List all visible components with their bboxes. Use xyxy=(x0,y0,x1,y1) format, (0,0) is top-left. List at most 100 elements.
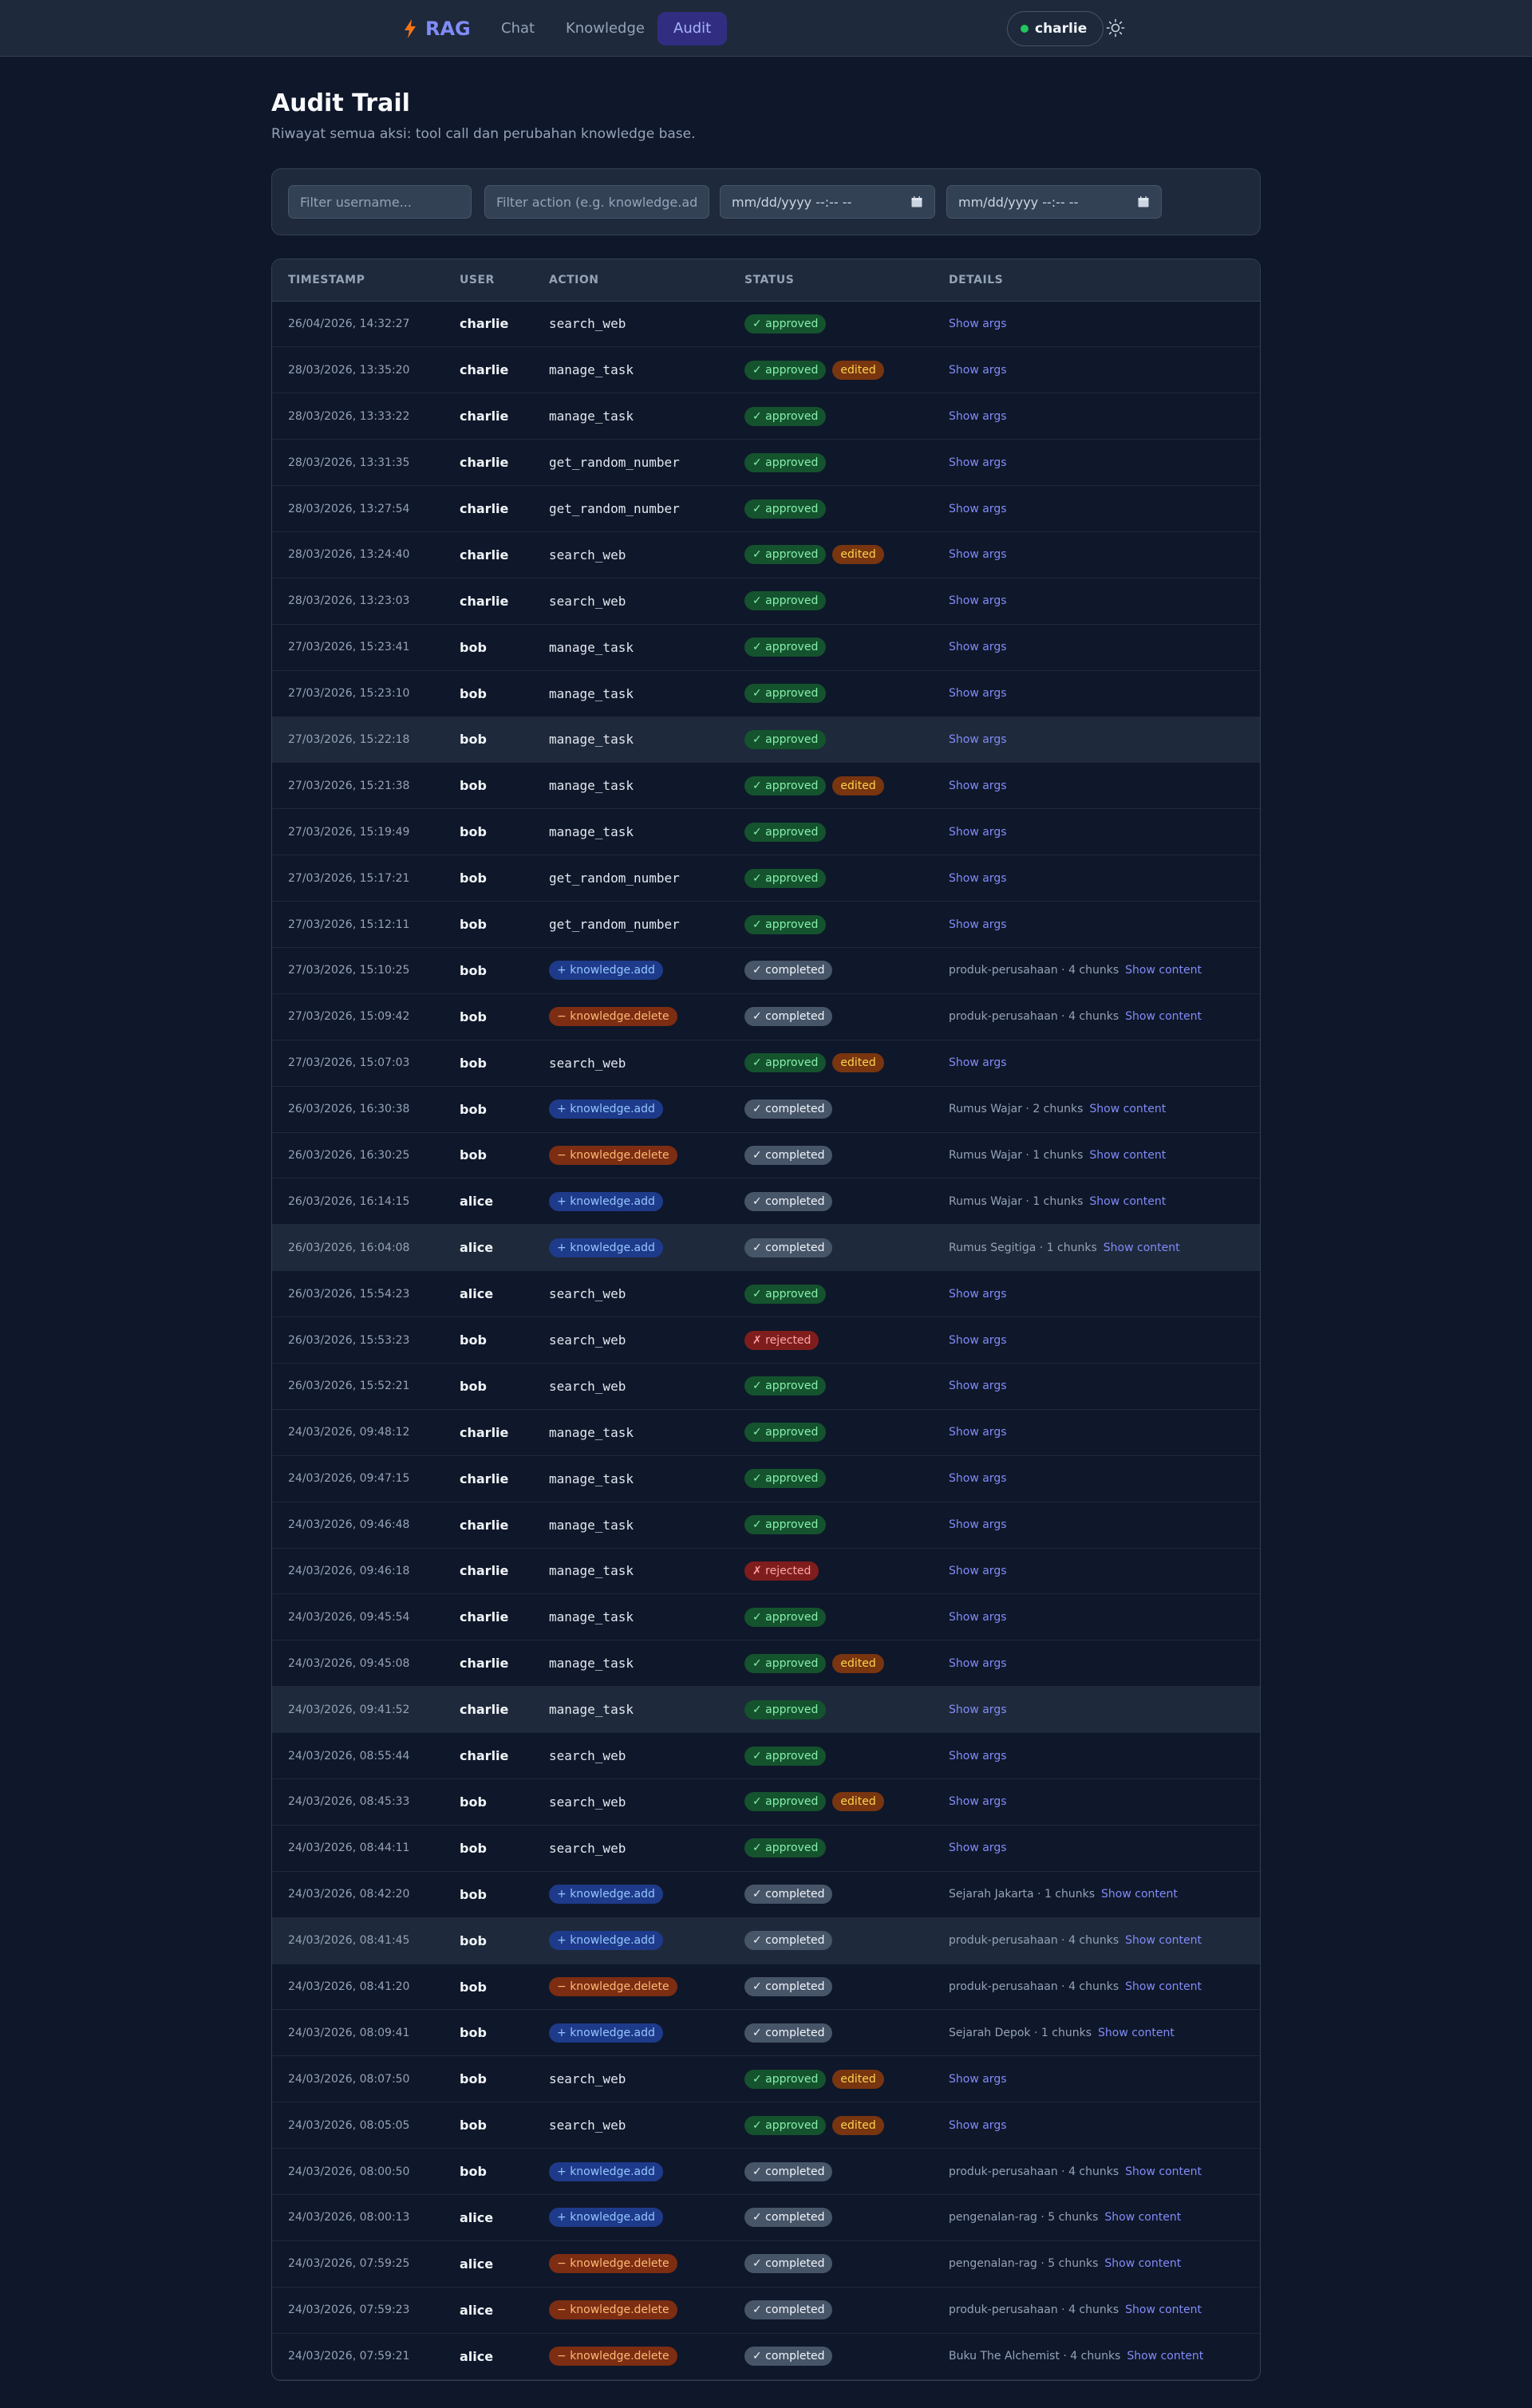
show-args-link[interactable]: Show args xyxy=(949,594,1007,607)
nav-link-chat[interactable]: Chat xyxy=(485,12,551,45)
show-args-link[interactable]: Show args xyxy=(949,1334,1007,1347)
cell-user: charlie xyxy=(444,1686,533,1734)
brand[interactable]: RAG xyxy=(403,16,471,41)
status-badge-approved: ✓ approved xyxy=(744,1053,827,1073)
show-content-link[interactable]: Show content xyxy=(1125,2165,1202,2178)
status-badge-approved: ✓ approved xyxy=(744,1699,827,1719)
nav-link-knowledge[interactable]: Knowledge xyxy=(550,12,661,45)
calendar-icon[interactable] xyxy=(1137,195,1150,208)
show-content-link[interactable]: Show content xyxy=(1104,1242,1180,1254)
knowledge-delete-badge: − knowledge.delete xyxy=(549,1145,677,1165)
table-row: 27/03/2026, 15:12:11 bob get_random_number… xyxy=(272,901,1260,948)
show-args-link[interactable]: Show args xyxy=(949,918,1007,931)
username: charlie xyxy=(460,1609,509,1625)
show-content-link[interactable]: Show content xyxy=(1089,1149,1166,1162)
show-args-link[interactable]: Show args xyxy=(949,1750,1007,1763)
show-args-link[interactable]: Show args xyxy=(949,1565,1007,1577)
show-args-link[interactable]: Show args xyxy=(949,2073,1007,2086)
cell-timestamp: 27/03/2026, 15:07:03 xyxy=(272,1040,444,1087)
show-content-link[interactable]: Show content xyxy=(1127,2350,1203,2363)
cell-details: Rumus Wajar · 1 chunks Show content xyxy=(933,1132,1260,1179)
username: bob xyxy=(460,1147,487,1163)
show-content-link[interactable]: Show content xyxy=(1104,2211,1181,2224)
show-args-link[interactable]: Show args xyxy=(949,733,1007,746)
timestamp: 28/03/2026, 13:33:22 xyxy=(288,409,410,423)
username-filter-input[interactable] xyxy=(288,185,472,219)
cell-action: + knowledge.add xyxy=(533,1086,728,1133)
show-args-link[interactable]: Show args xyxy=(949,318,1007,330)
table-row: 24/03/2026, 09:47:15 charlie manage_task ✓ … xyxy=(272,1455,1260,1502)
show-content-link[interactable]: Show content xyxy=(1125,1980,1202,1993)
cell-user: charlie xyxy=(444,301,533,348)
cell-user: bob xyxy=(444,2148,533,2196)
show-args-link[interactable]: Show args xyxy=(949,872,1007,885)
col-header-status[interactable]: STATUS xyxy=(728,259,933,302)
timestamp: 27/03/2026, 15:17:21 xyxy=(288,871,410,885)
date-to-input[interactable]: mm/dd/yyyy --:-- -- xyxy=(946,185,1162,219)
action-name: search_web xyxy=(549,316,626,332)
show-args-link[interactable]: Show args xyxy=(949,1288,1007,1301)
show-args-link[interactable]: Show args xyxy=(949,364,1007,377)
col-header-action[interactable]: ACTION xyxy=(533,259,728,302)
show-content-link[interactable]: Show content xyxy=(1104,2257,1181,2270)
col-header-user[interactable]: USER xyxy=(444,259,533,302)
plus-icon: + xyxy=(557,1934,571,1948)
nav-link-audit[interactable]: Audit xyxy=(657,12,728,45)
show-args-link[interactable]: Show args xyxy=(949,1842,1007,1854)
show-args-link[interactable]: Show args xyxy=(949,1518,1007,1531)
cell-details: Show args xyxy=(933,578,1260,625)
action-filter-input[interactable] xyxy=(484,185,709,219)
show-args-link[interactable]: Show args xyxy=(949,1426,1007,1439)
show-content-link[interactable]: Show content xyxy=(1125,1934,1202,1947)
user-badge[interactable]: charlie xyxy=(1007,11,1104,46)
show-content-link[interactable]: Show content xyxy=(1125,2303,1202,2316)
minus-icon: − xyxy=(557,2303,571,2317)
cell-timestamp: 26/03/2026, 16:30:38 xyxy=(272,1086,444,1133)
table-row: 24/03/2026, 07:59:21 alice − knowledge.del… xyxy=(272,2333,1260,2380)
show-args-link[interactable]: Show args xyxy=(949,780,1007,792)
show-args-link[interactable]: Show args xyxy=(949,410,1007,423)
calendar-icon[interactable] xyxy=(910,195,923,208)
show-args-link[interactable]: Show args xyxy=(949,1795,1007,1808)
show-args-link[interactable]: Show args xyxy=(949,2119,1007,2132)
col-header-timestamp[interactable]: TIMESTAMP xyxy=(272,259,444,302)
show-content-link[interactable]: Show content xyxy=(1125,1010,1202,1023)
date-from-input[interactable]: mm/dd/yyyy --:-- -- xyxy=(720,185,935,219)
sun-icon[interactable] xyxy=(1105,18,1126,38)
timestamp: 24/03/2026, 09:45:54 xyxy=(288,1610,410,1624)
show-content-link[interactable]: Show content xyxy=(1101,1888,1178,1901)
cell-action: − knowledge.delete xyxy=(533,993,728,1040)
minus-icon: − xyxy=(557,1980,571,1993)
cell-timestamp: 24/03/2026, 08:09:41 xyxy=(272,2009,444,2057)
show-args-link[interactable]: Show args xyxy=(949,1472,1007,1485)
show-content-link[interactable]: Show content xyxy=(1089,1195,1166,1208)
show-args-link[interactable]: Show args xyxy=(949,1657,1007,1670)
cell-status: ✓ approved edited xyxy=(728,531,933,578)
show-args-link[interactable]: Show args xyxy=(949,548,1007,561)
show-args-link[interactable]: Show args xyxy=(949,1056,1007,1069)
cell-timestamp: 28/03/2026, 13:27:54 xyxy=(272,485,444,532)
show-args-link[interactable]: Show args xyxy=(949,687,1007,700)
status-badge-approved: ✓ approved xyxy=(744,1607,827,1627)
cell-user: charlie xyxy=(444,485,533,532)
show-args-link[interactable]: Show args xyxy=(949,1703,1007,1716)
show-args-link[interactable]: Show args xyxy=(949,1380,1007,1392)
table-row: 24/03/2026, 09:46:48 charlie manage_task ✓ … xyxy=(272,1502,1260,1549)
cell-timestamp: 24/03/2026, 08:05:05 xyxy=(272,2102,444,2149)
show-args-link[interactable]: Show args xyxy=(949,456,1007,469)
table-row: 24/03/2026, 07:59:25 alice − knowledge.del… xyxy=(272,2240,1260,2288)
online-status-icon xyxy=(1021,25,1029,33)
show-args-link[interactable]: Show args xyxy=(949,503,1007,515)
show-args-link[interactable]: Show args xyxy=(949,641,1007,653)
col-header-details[interactable]: DETAILS xyxy=(933,259,1260,302)
show-args-link[interactable]: Show args xyxy=(949,826,1007,839)
cell-status: ✓ completed xyxy=(728,2148,933,2196)
show-args-link[interactable]: Show args xyxy=(949,1611,1007,1624)
cell-status: ✓ approved xyxy=(728,670,933,717)
show-content-link[interactable]: Show content xyxy=(1089,1103,1166,1115)
top-nav: RAG Chat Knowledge Audit charlie xyxy=(0,0,1532,57)
show-content-link[interactable]: Show content xyxy=(1098,2027,1175,2039)
cell-action: search_web xyxy=(533,1778,728,1826)
username: bob xyxy=(460,2025,487,2041)
show-content-link[interactable]: Show content xyxy=(1125,964,1202,977)
